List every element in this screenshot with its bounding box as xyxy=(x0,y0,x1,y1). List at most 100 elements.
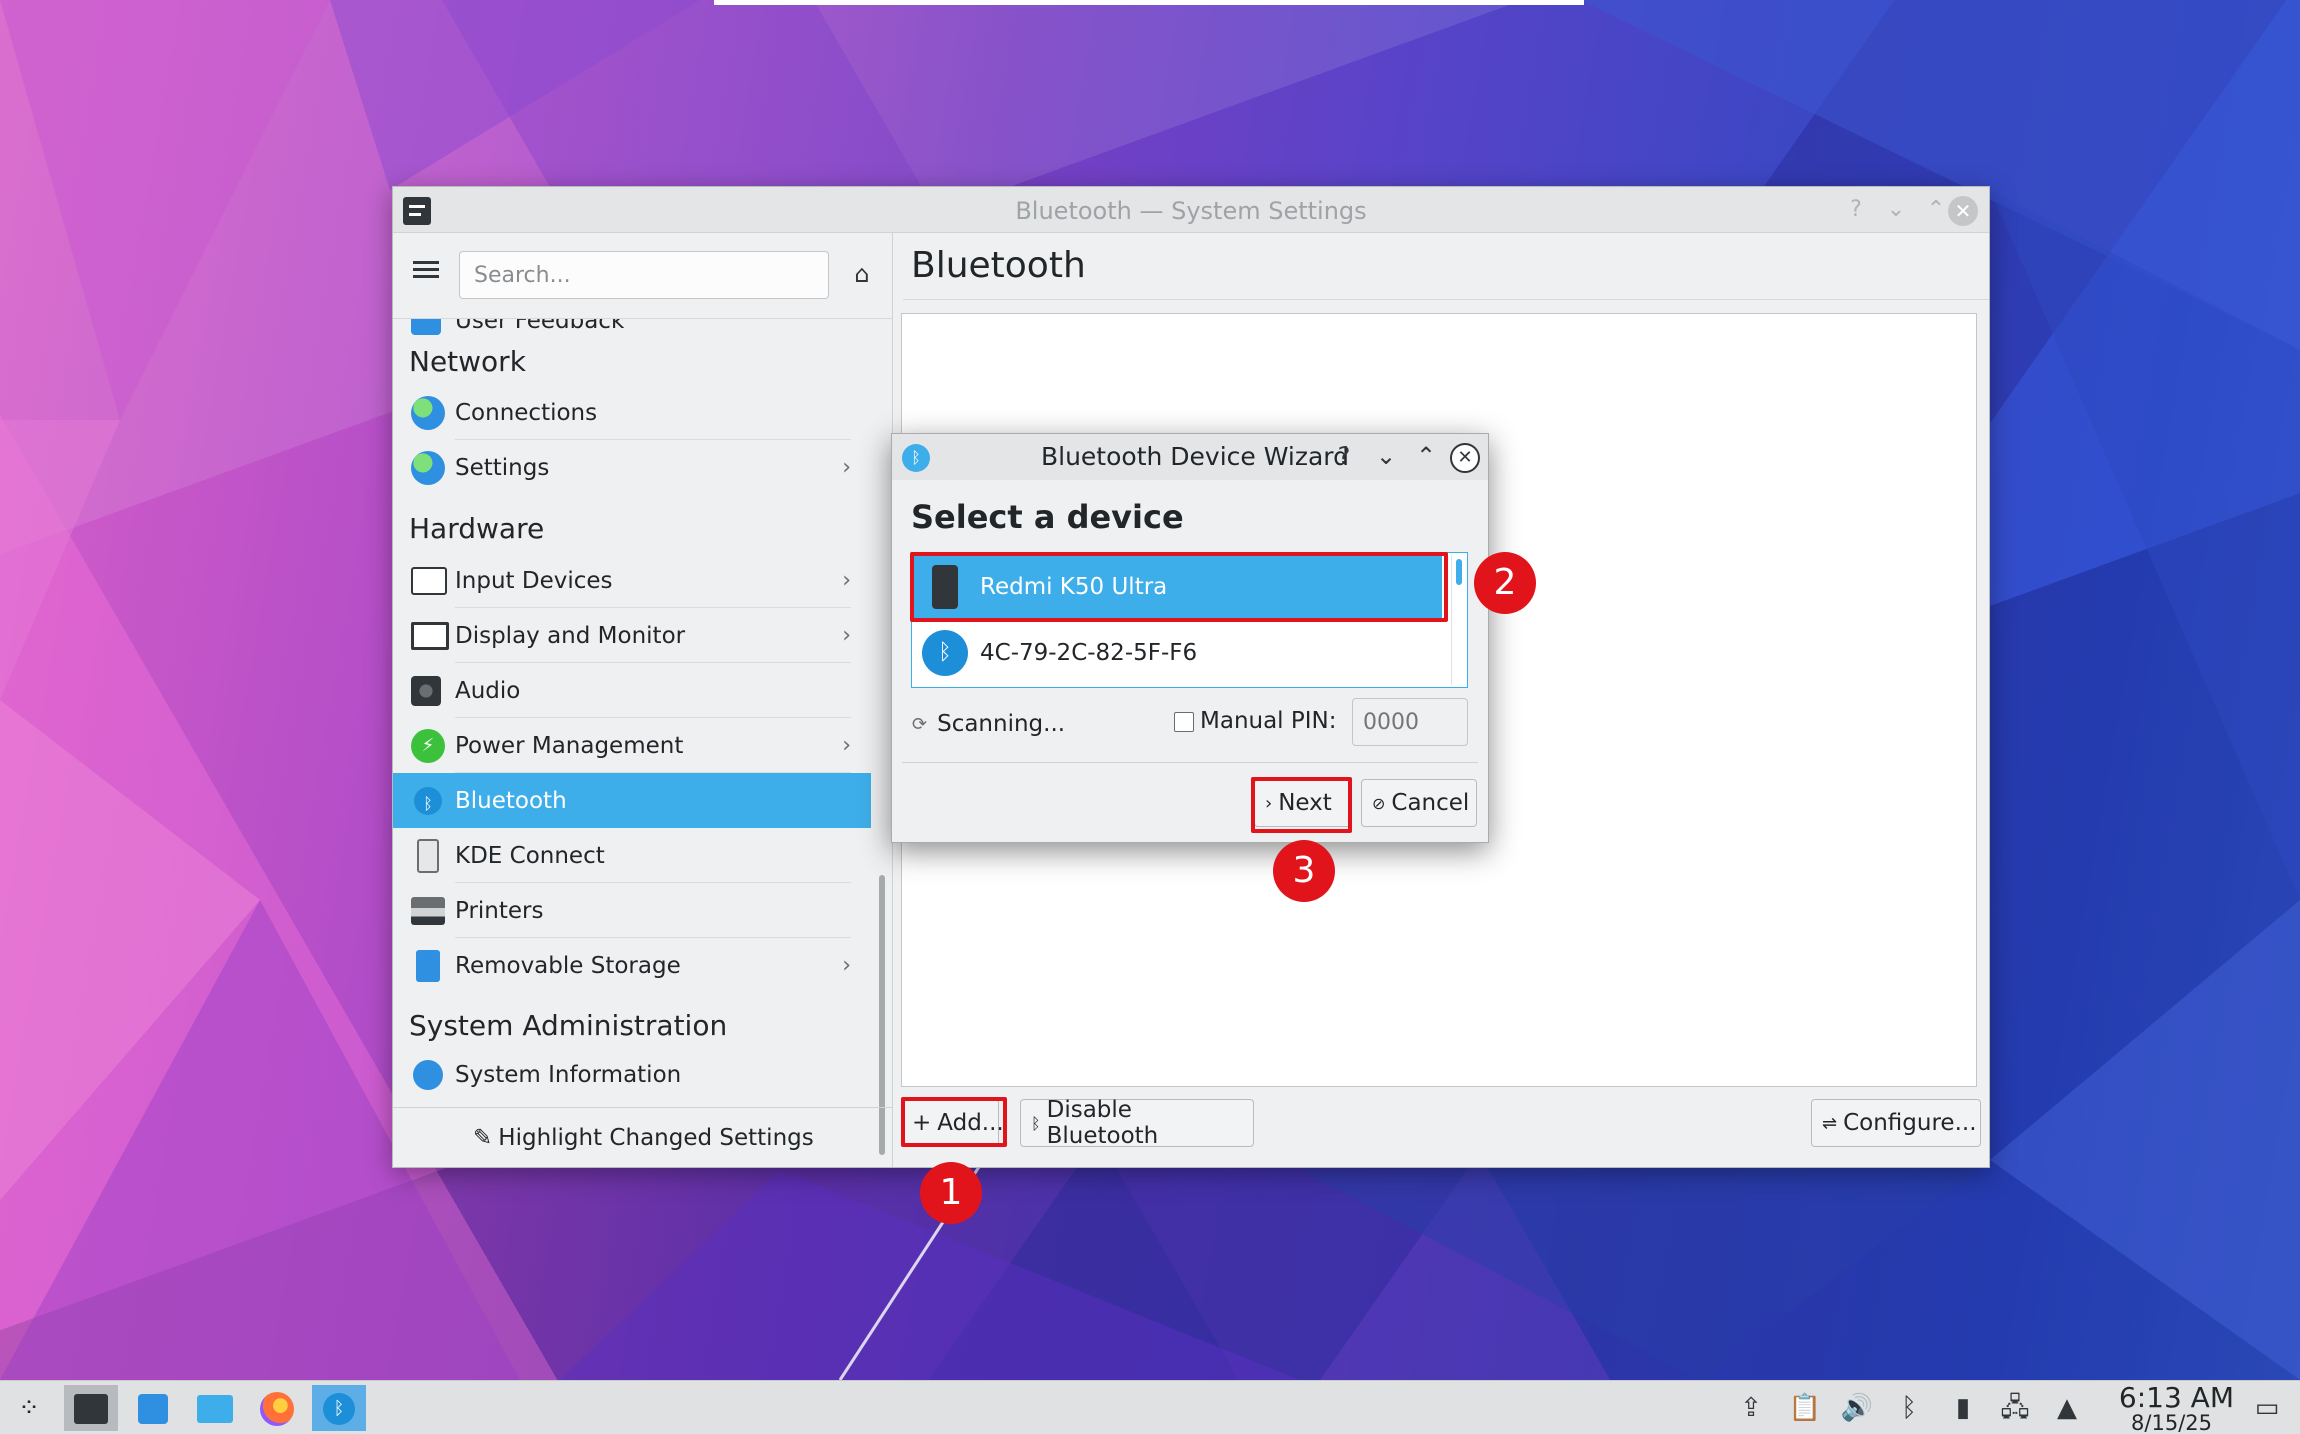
info-icon xyxy=(413,1059,443,1090)
configure-button[interactable]: ⇌ Configure... xyxy=(1811,1099,1981,1147)
device-name: 4C-79-2C-82-5F-F6 xyxy=(980,640,1198,666)
annotation-box-next xyxy=(1251,777,1352,833)
minimize-icon[interactable]: ⌄ xyxy=(1372,442,1400,470)
bluetooth-icon: ᛒ xyxy=(1031,1113,1041,1133)
sidebar-item-label: Printers xyxy=(455,897,544,924)
wizard-heading: Select a device xyxy=(911,498,1184,536)
top-strip xyxy=(714,0,1584,5)
divider xyxy=(903,299,1989,300)
clipboard-icon[interactable]: 📋 xyxy=(1788,1391,1822,1425)
device-list-scrollbar[interactable] xyxy=(1451,555,1465,685)
sidebar-item-label: Input Devices xyxy=(455,567,613,594)
taskbar-firefox-icon[interactable] xyxy=(250,1385,304,1431)
bluetooth-icon: ᛒ xyxy=(922,630,968,676)
taskbar-discover-icon[interactable] xyxy=(126,1385,180,1431)
power-icon: ⚡ xyxy=(411,728,445,763)
sidebar-item-label: Power Management xyxy=(455,732,684,759)
cancel-button-label: Cancel xyxy=(1391,790,1470,816)
sidebar-item-network-settings[interactable]: Settings › xyxy=(393,440,871,495)
sidebar-item-label: Connections xyxy=(455,399,598,426)
taskbar-bluetooth-wizard[interactable]: ᛒ xyxy=(312,1385,366,1431)
refresh-icon: ⟳ xyxy=(912,713,928,735)
taskbar: ⁘ ᛒ ⇪ 📋 🔊 ᛒ ▮ 🖧 ▲ 6:13 AM 8/15/25 ▭ xyxy=(0,1380,2300,1434)
window-titlebar[interactable]: Bluetooth — System Settings ? ⌄ ⌃ ✕ xyxy=(393,187,1989,233)
close-icon[interactable]: ✕ xyxy=(1450,443,1480,473)
device-item-4c79[interactable]: ᛒ 4C-79-2C-82-5F-F6 xyxy=(914,621,1442,685)
chevron-right-icon: › xyxy=(842,953,851,978)
pencil-icon: ✎ xyxy=(473,1125,493,1151)
network-icon[interactable]: 🖧 xyxy=(1998,1391,2032,1425)
expand-tray-icon[interactable]: ▲ xyxy=(2050,1391,2084,1425)
help-icon[interactable]: ? xyxy=(1330,442,1358,470)
highlight-changed-settings-label: Highlight Changed Settings xyxy=(498,1125,814,1151)
highlight-changed-settings-button[interactable]: ✎ Highlight Changed Settings xyxy=(473,1120,814,1156)
sidebar-item-connections[interactable]: Connections xyxy=(393,385,871,440)
sidebar-item-display-monitor[interactable]: Display and Monitor › xyxy=(393,608,871,663)
chevron-right-icon: › xyxy=(842,623,851,648)
sidebar-item-label: KDE Connect xyxy=(455,842,605,869)
maximize-icon[interactable]: ⌃ xyxy=(1921,195,1951,225)
configure-button-label: Configure... xyxy=(1843,1110,1977,1136)
chevron-right-icon: › xyxy=(842,568,851,593)
sidebar-item-power-management[interactable]: ⚡ Power Management › xyxy=(393,718,871,773)
wizard-titlebar[interactable]: ᛒ Bluetooth Device Wizard ? ⌄ ⌃ ✕ xyxy=(892,434,1488,480)
category-hardware: Hardware xyxy=(409,512,545,545)
sidebar-item-kde-connect[interactable]: KDE Connect xyxy=(393,828,871,883)
removable-device-icon[interactable]: ▮ xyxy=(1946,1391,1980,1425)
volume-icon[interactable]: 🔊 xyxy=(1840,1391,1874,1425)
manual-pin-label: Manual PIN: xyxy=(1200,708,1337,734)
bluetooth-tray-icon[interactable]: ᛒ xyxy=(1892,1391,1926,1425)
taskbar-file-manager-icon[interactable] xyxy=(188,1385,242,1431)
clock-time[interactable]: 6:13 AM xyxy=(2119,1381,2234,1414)
configure-icon: ⇌ xyxy=(1822,1112,1838,1134)
sidebar-header: ⌂ xyxy=(393,233,893,319)
application-launcher-icon[interactable]: ⁘ xyxy=(2,1385,56,1431)
cancel-button[interactable]: ⊘ Cancel xyxy=(1361,779,1477,827)
sidebar-item-user-feedback[interactable]: User Feedback xyxy=(393,319,871,348)
globe-icon xyxy=(411,450,445,485)
pin-field[interactable] xyxy=(1352,698,1468,746)
maximize-icon[interactable]: ⌃ xyxy=(1412,442,1440,470)
globe-icon xyxy=(411,395,445,430)
monitor-icon xyxy=(411,621,449,650)
chevron-right-icon: › xyxy=(842,733,851,758)
sidebar-list: User Feedback Network Connections Settin… xyxy=(393,319,871,1107)
home-icon[interactable]: ⌂ xyxy=(849,261,875,287)
minimize-icon[interactable]: ⌄ xyxy=(1881,195,1911,225)
close-icon[interactable]: ✕ xyxy=(1948,196,1978,226)
scanning-status: ⟳ Scanning... xyxy=(912,704,1065,744)
sidebar-item-bluetooth[interactable]: ᛒ Bluetooth xyxy=(393,773,871,828)
user-feedback-icon xyxy=(411,319,441,335)
sidebar-item-label: Bluetooth xyxy=(455,787,567,814)
sidebar-item-label: Audio xyxy=(455,677,521,704)
manual-pin-checkbox[interactable] xyxy=(1174,712,1194,732)
scanning-label: Scanning... xyxy=(937,711,1066,737)
clock-date[interactable]: 8/15/25 xyxy=(2131,1411,2212,1434)
divider xyxy=(902,762,1478,763)
sidebar-item-input-devices[interactable]: Input Devices › xyxy=(393,553,871,608)
sidebar-item-system-information[interactable]: System Information xyxy=(393,1047,871,1102)
sidebar-item-label: User Feedback xyxy=(455,319,625,334)
help-icon[interactable]: ? xyxy=(1841,195,1871,225)
keyboard-icon xyxy=(411,566,447,595)
bluetooth-icon: ᛒ xyxy=(414,786,442,815)
speaker-icon xyxy=(411,675,441,706)
search-input[interactable] xyxy=(459,251,829,299)
sidebar-item-audio[interactable]: Audio xyxy=(393,663,871,718)
phone-icon xyxy=(417,838,439,873)
sidebar-item-removable-storage[interactable]: Removable Storage › xyxy=(393,938,871,993)
updates-icon[interactable]: ⇪ xyxy=(1734,1391,1768,1425)
hamburger-menu-icon[interactable] xyxy=(413,257,439,283)
taskbar-system-settings[interactable] xyxy=(64,1385,118,1431)
printer-icon xyxy=(411,896,445,925)
category-network: Network xyxy=(409,345,526,378)
chevron-right-icon: › xyxy=(842,455,851,480)
disable-bluetooth-button[interactable]: ᛒ Disable Bluetooth xyxy=(1020,1097,1254,1149)
disable-bluetooth-label: Disable Bluetooth xyxy=(1046,1097,1159,1149)
sidebar-item-printers[interactable]: Printers xyxy=(393,883,871,938)
usb-drive-icon xyxy=(416,949,440,982)
annotation-box-add xyxy=(901,1097,1007,1147)
sidebar-scrollbar[interactable] xyxy=(877,319,887,1155)
show-desktop-icon[interactable]: ▭ xyxy=(2250,1391,2284,1425)
sidebar: ⌂ User Feedback Network Connections Sett… xyxy=(393,233,893,1167)
